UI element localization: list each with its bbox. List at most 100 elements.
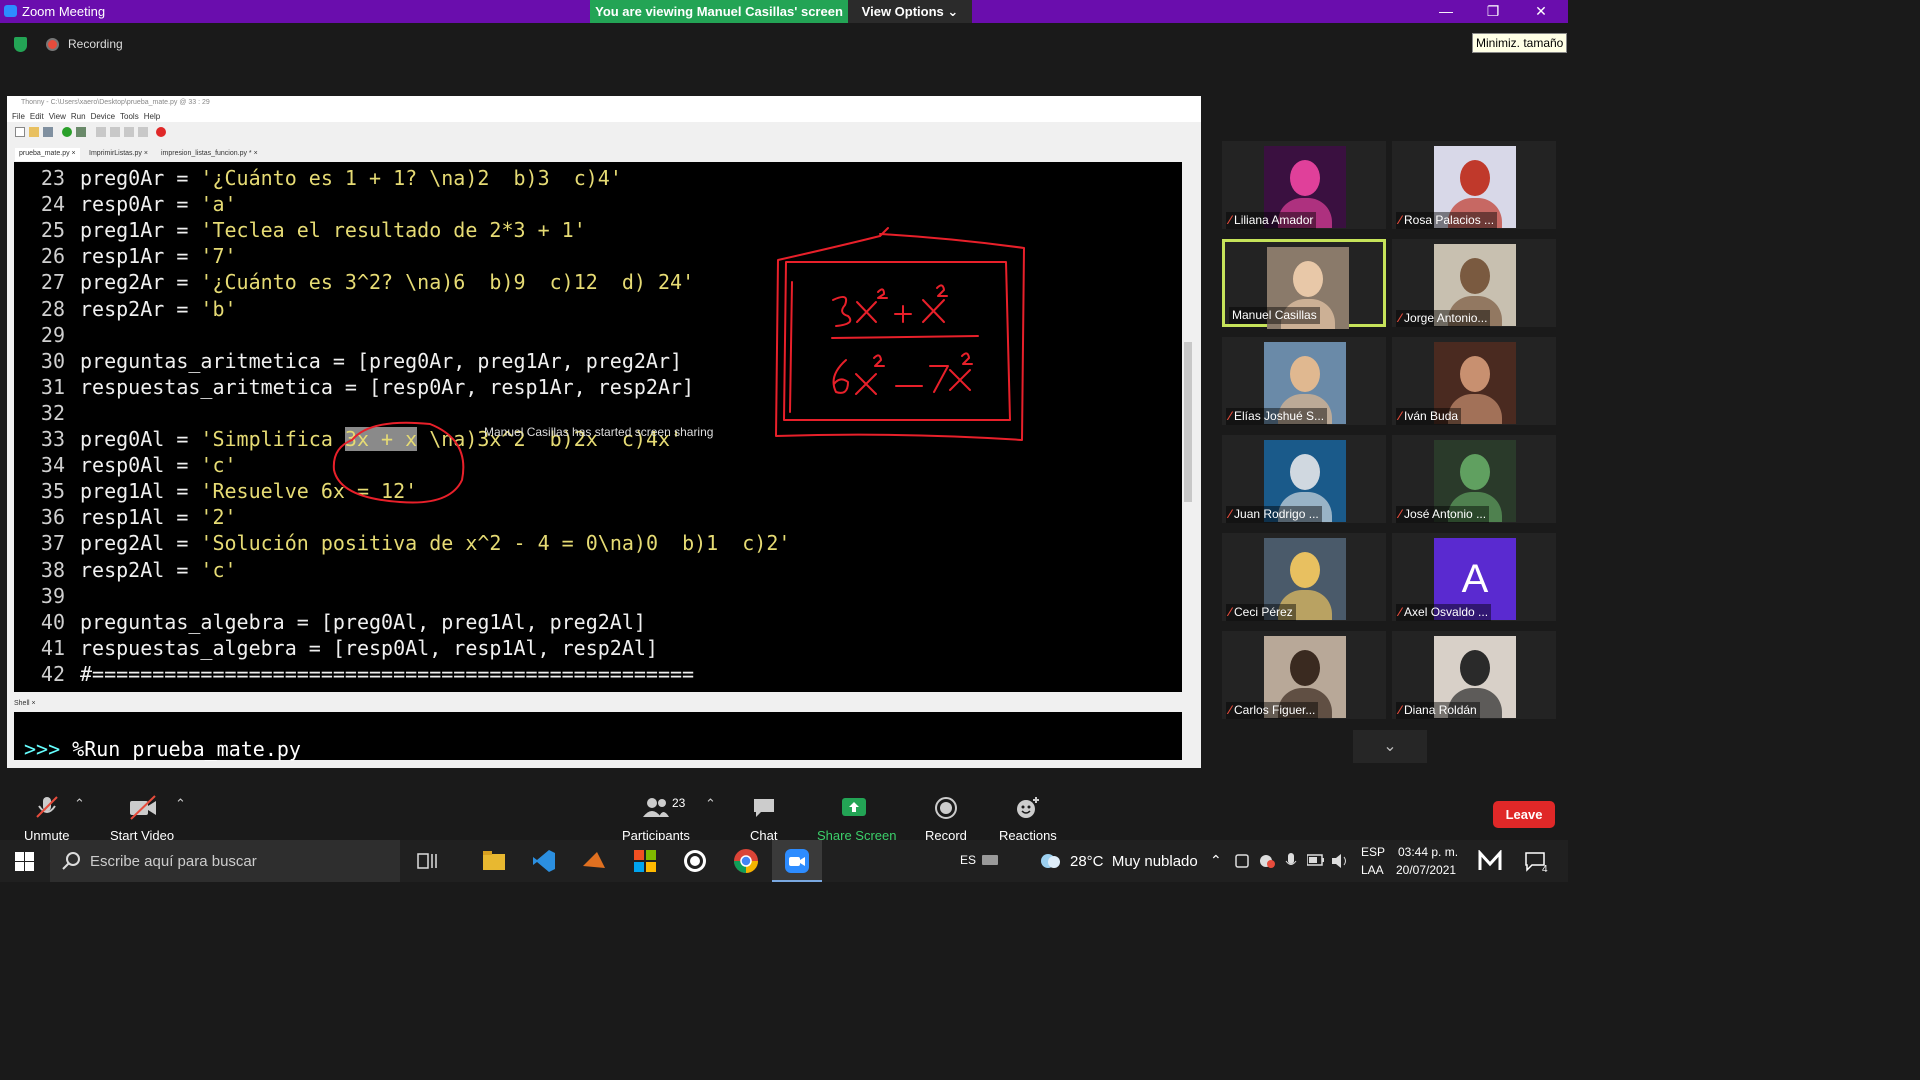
participant-name-tag: ⁄ Iván Buda [1396,408,1462,425]
clock-date[interactable]: 20/07/2021 [1396,863,1456,877]
sharing-notification: Manuel Casillas has started screen shari… [484,425,714,439]
participant-name-tag: ⁄ Axel Osvaldo ... [1396,604,1492,621]
participant-name: Axel Osvaldo ... [1404,605,1489,619]
participant-tile[interactable]: ⁄ Diana Roldán [1392,631,1556,719]
leave-button[interactable]: Leave [1493,801,1555,828]
participant-name: Rosa Palacios ... [1404,213,1495,227]
participant-name-tag: ⁄ Rosa Palacios ... [1396,212,1498,229]
video-options-caret-icon[interactable]: ⌃ [175,796,186,812]
share-screen-button[interactable]: Share Screen [817,794,897,843]
participants-count: 23 [672,796,686,810]
annotation-numerator-x1 [856,301,877,323]
tray-overflow-icon[interactable]: ⌃ [1210,852,1222,869]
annotation-denominator-x2 [949,369,971,391]
mic-muted-icon: ⁄ [1229,213,1232,227]
participant-name-tag: ⁄ Diana Roldán [1396,702,1480,719]
participant-name-tag: Manuel Casillas [1229,307,1320,324]
participant-tile[interactable]: ⁄ Iván Buda [1392,337,1556,425]
participant-figure [1293,261,1323,297]
mic-muted-icon: ⁄ [1399,213,1402,227]
annotation-fraction-bar [831,335,979,339]
vscode-icon[interactable] [531,848,557,874]
audio-options-caret-icon[interactable]: ⌃ [74,796,85,812]
participant-name-tag: ⁄ Elías Joshué S... [1226,408,1328,425]
reactions-button[interactable]: Reactions [999,794,1057,843]
annotation-denominator-exp1 [873,354,885,367]
participant-name-tag: ⁄ Ceci Pérez [1226,604,1296,621]
weather-text[interactable]: 28°C Muy nublado [1070,853,1198,870]
participant-name: Iván Buda [1404,409,1459,423]
input-layout[interactable]: LAA [1361,863,1384,877]
participant-name: Elías Joshué S... [1234,409,1325,423]
participants-button[interactable]: 23 Participants [622,794,692,843]
participant-tile[interactable]: ⁄ Carlos Figuer... [1222,631,1386,719]
annotation-plus [894,305,912,323]
mic-muted-icon: ⁄ [1229,605,1232,619]
participant-tile[interactable]: ⁄ Liliana Amador [1222,141,1386,229]
chevron-down-icon: ⌄ [1383,738,1397,755]
matlab-icon[interactable] [581,848,607,874]
file-explorer-icon[interactable] [481,848,507,874]
participant-name-tag: ⁄ Jorge Antonio... [1396,310,1491,327]
start-video-button[interactable]: Start Video [110,794,174,843]
annotation-denominator-7 [929,365,949,393]
unmute-button[interactable]: Unmute [24,794,70,843]
more-participants-button[interactable]: ⌄ [1353,730,1427,763]
record-button[interactable]: Record [925,794,969,843]
participant-figure [1290,160,1320,196]
clock-time[interactable]: 03:44 p. m. [1398,845,1458,859]
task-view-icon[interactable] [414,848,440,874]
taskbar-search[interactable]: Escribe aquí para buscar [50,840,400,882]
record-icon [935,797,957,819]
cloudy-weather-icon[interactable] [1038,850,1062,870]
mic-muted-icon: ⁄ [1399,409,1402,423]
participant-figure [1460,258,1490,294]
participant-name: Diana Roldán [1404,703,1477,717]
keyboard-icon[interactable] [982,854,998,866]
chat-button[interactable]: Chat [749,794,779,843]
participant-figure [1460,650,1490,686]
windows-start-icon[interactable] [15,852,34,871]
participant-name-tag: ⁄ Juan Rodrigo ... [1226,506,1322,523]
participant-tile[interactable]: Manuel Casillas [1222,239,1386,329]
participant-figure [1460,160,1490,196]
participant-figure [1290,356,1320,392]
participant-name-tag: ⁄ Liliana Amador [1226,212,1317,229]
input-language[interactable]: ESP [1361,845,1385,859]
mic-muted-icon: ⁄ [1399,507,1402,521]
store-icon[interactable] [632,848,658,874]
onedrive-error-icon[interactable] [1258,853,1276,869]
meeting-tray-icon[interactable] [1234,853,1250,869]
participant-tile[interactable]: ⁄ Jorge Antonio... [1392,239,1556,327]
participant-tile[interactable]: A ⁄ Axel Osvaldo ... [1392,533,1556,621]
participant-tile[interactable]: ⁄ Ceci Pérez [1222,533,1386,621]
participant-tile[interactable]: ⁄ Rosa Palacios ... [1392,141,1556,229]
participant-tile[interactable]: ⁄ Elías Joshué S... [1222,337,1386,425]
participant-name: Manuel Casillas [1232,308,1317,322]
battery-icon[interactable] [1307,854,1325,866]
participants-caret-icon[interactable]: ⌃ [705,796,716,812]
participant-figure [1460,454,1490,490]
chrome-icon[interactable] [733,848,759,874]
volume-icon[interactable] [1331,853,1349,869]
participant-figure [1460,356,1490,392]
mic-muted-icon: ⁄ [1229,507,1232,521]
microphone-tray-icon[interactable] [1284,852,1298,870]
search-icon [62,852,80,870]
zoom-taskbar-button[interactable] [772,840,822,882]
mic-muted-icon: ⁄ [1399,311,1402,325]
language-indicator[interactable]: ES [960,853,976,867]
annotation-numerator-3 [832,295,852,327]
whatsapp-icon[interactable] [682,848,708,874]
participant-name: Jorge Antonio... [1404,311,1488,325]
participant-tile[interactable]: ⁄ Juan Rodrigo ... [1222,435,1386,523]
participant-tile[interactable]: ⁄ José Antonio ... [1392,435,1556,523]
participant-name-tag: ⁄ Carlos Figuer... [1226,702,1319,719]
share-screen-icon [842,798,866,816]
zoom-taskbar-icon [785,849,809,873]
app-m-icon[interactable] [1478,850,1502,872]
annotation-numerator-exp1 [877,288,888,299]
participant-figure [1290,552,1320,588]
annotation-inner-box [783,261,1011,421]
participant-name-tag: ⁄ José Antonio ... [1396,506,1490,523]
